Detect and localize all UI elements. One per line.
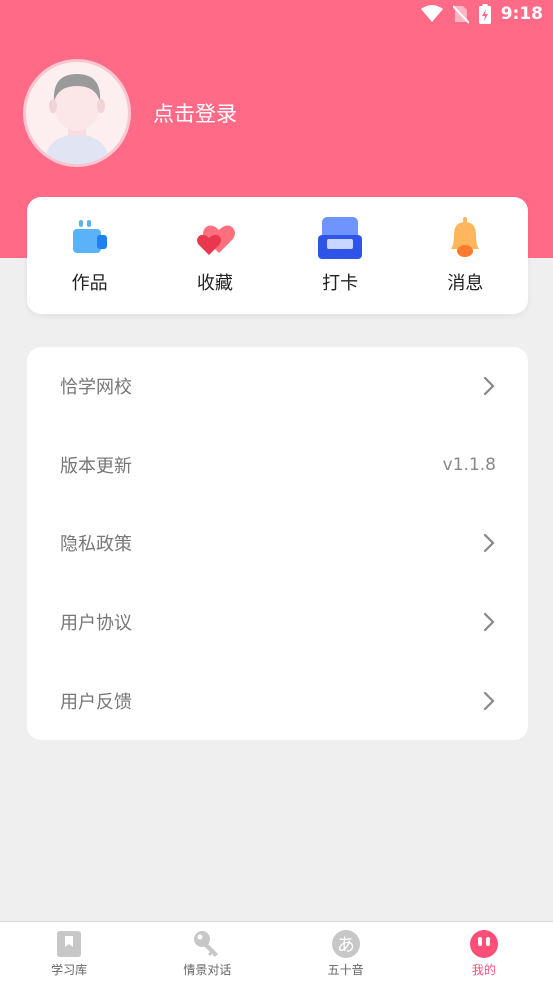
quick-actions-card: 作品 收藏 打卡 消息 [27,197,528,314]
menu-item-label: 用户协议 [60,613,132,635]
menu-item-label: 版本更新 [60,455,132,477]
svg-text:あ: あ [337,935,355,956]
tab-study-library[interactable]: 学习库 [0,922,138,983]
profile-section[interactable]: 点击登录 [23,59,237,167]
menu-item-user-agreement[interactable]: 用户协议 [27,583,528,662]
menu-item-privacy-policy[interactable]: 隐私政策 [27,504,528,583]
menu-item-label: 恰学网校 [60,377,132,399]
tab-label: 情景对话 [183,962,232,977]
chevron-right-icon [483,534,495,553]
menu-item-online-school[interactable]: 恰学网校 [27,347,528,426]
tab-label: 五十音 [327,962,364,977]
chevron-right-icon [483,691,495,710]
chevron-right-icon [483,377,495,396]
tab-dialogue[interactable]: 情景对话 [138,922,276,983]
quick-action-messages[interactable]: 消息 [403,197,528,314]
default-avatar-icon [44,74,110,164]
profile-face-icon [469,929,498,958]
clock: 9:18 [500,4,543,24]
quick-action-works[interactable]: 作品 [27,197,152,314]
tab-label: 我的 [471,962,496,977]
quick-action-checkin[interactable]: 打卡 [278,197,403,314]
profile-page: 9:18 点击登录 作品 收藏 打卡 消息 恰学网校 版本更新 v1.1.8 隐… [0,0,553,983]
login-prompt[interactable]: 点击登录 [153,98,237,128]
quick-action-label: 打卡 [322,273,359,294]
settings-menu: 恰学网校 版本更新 v1.1.8 隐私政策 用户协议 用户反馈 [27,347,528,740]
tab-label: 学习库 [51,962,88,977]
tab-fifty-sounds[interactable]: あ 五十音 [277,922,415,983]
checkin-icon [318,217,363,259]
works-icon [72,220,107,253]
chevron-right-icon [483,612,495,632]
bookmark-icon [57,930,82,957]
bottom-tab-bar: 学习库 情景对话 あ 五十音 我的 [0,921,553,983]
version-value: v1.1.8 [442,454,496,475]
quick-action-label: 消息 [447,273,484,294]
key-icon [194,930,219,957]
menu-item-label: 用户反馈 [60,691,132,713]
avatar[interactable] [23,59,131,167]
quick-action-favorites[interactable]: 收藏 [152,197,277,314]
menu-item-label: 隐私政策 [60,534,132,556]
hiragana-icon: あ [331,929,360,958]
status-bar: 9:18 [0,0,553,32]
quick-action-label: 收藏 [196,273,233,294]
quick-action-label: 作品 [71,273,108,294]
menu-item-version-update[interactable]: 版本更新 v1.1.8 [27,426,528,505]
wifi-icon [420,5,443,22]
no-sim-icon [452,5,469,24]
heart-icon [196,225,235,255]
bell-icon [451,217,480,257]
battery-charging-icon [478,4,491,24]
tab-mine[interactable]: 我的 [415,922,553,983]
menu-item-user-feedback[interactable]: 用户反馈 [27,661,528,740]
